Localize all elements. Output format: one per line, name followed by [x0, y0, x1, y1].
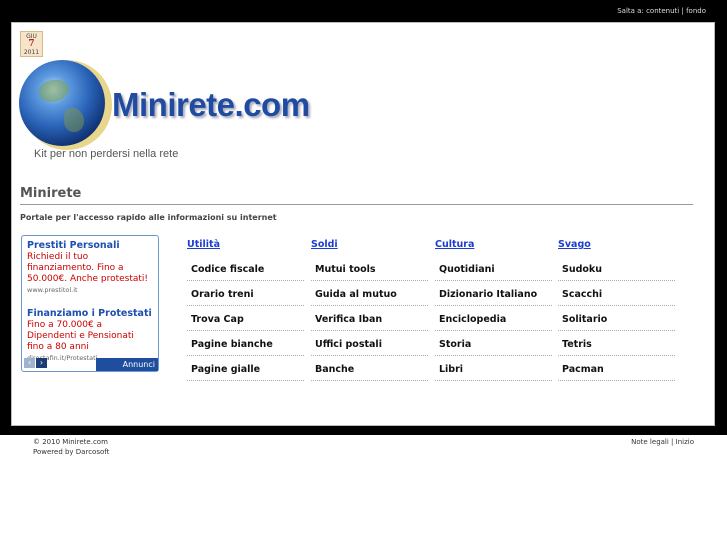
globe-logo-icon[interactable]	[19, 60, 105, 146]
date-day: 7	[28, 39, 35, 49]
home-link[interactable]: Inizio	[676, 438, 694, 446]
date-year: 2011	[23, 49, 40, 56]
legal-notes-link[interactable]: Note legali	[631, 438, 669, 446]
top-bar: Salta a: contenuti | fondo	[0, 0, 727, 22]
left-frame	[0, 22, 11, 427]
ad-title[interactable]: Finanziamo i Protestati	[27, 308, 153, 319]
skip-to-bottom-link[interactable]: fondo	[686, 7, 706, 15]
link-item[interactable]: Quotidiani	[435, 256, 552, 281]
link-item[interactable]: Storia	[435, 331, 552, 356]
category-column-svago: Svago Sudoku Scacchi Solitario Tetris Pa…	[558, 239, 675, 381]
link-item[interactable]: Sudoku	[558, 256, 675, 281]
date-badge: GIU 7 2011	[20, 31, 43, 57]
bottom-frame	[0, 426, 727, 435]
link-item[interactable]: Banche	[311, 356, 428, 381]
link-item[interactable]: Pacman	[558, 356, 675, 381]
ad-brand-badge[interactable]: Annunci Google	[96, 358, 158, 382]
ad-prev-button[interactable]: ‹	[24, 358, 35, 368]
skip-label: Salta a:	[617, 7, 644, 15]
ad-body[interactable]: Richiedi il tuo finanziamento. Fino a 50…	[27, 252, 153, 285]
link-item[interactable]: Verifica Iban	[311, 306, 428, 331]
link-item[interactable]: Pagine gialle	[187, 356, 304, 381]
footer-separator: |	[671, 438, 674, 446]
category-column-cultura: Cultura Quotidiani Dizionario Italiano E…	[435, 239, 552, 381]
link-item[interactable]: Scacchi	[558, 281, 675, 306]
footer-links: Note legali | Inizio	[631, 438, 694, 446]
link-item[interactable]: Mutui tools	[311, 256, 428, 281]
title-divider	[20, 204, 693, 205]
skip-to-contents-link[interactable]: contenuti	[646, 7, 679, 15]
footer-copyright: © 2010 Minirete.com	[33, 438, 108, 446]
link-item[interactable]: Libri	[435, 356, 552, 381]
ad-url[interactable]: www.prestitol.it	[27, 285, 153, 296]
footer-powered-by: Powered by Darcosoft	[33, 448, 110, 456]
main-content: GIU 7 2011 Minirete.com Kit per non perd…	[11, 22, 715, 426]
site-logo[interactable]: Minirete.com	[112, 86, 310, 124]
skip-links: Salta a: contenuti | fondo	[617, 7, 706, 15]
ad-next-button[interactable]: ›	[36, 358, 47, 368]
category-heading[interactable]: Soldi	[311, 239, 428, 250]
link-item[interactable]: Solitario	[558, 306, 675, 331]
link-item[interactable]: Uffici postali	[311, 331, 428, 356]
ad-title[interactable]: Prestiti Personali	[27, 240, 153, 251]
link-item[interactable]: Orario treni	[187, 281, 304, 306]
ad-body[interactable]: Fino a 70.000€ a Dipendenti e Pensionati…	[27, 320, 153, 353]
right-frame	[715, 22, 727, 427]
ad-nav: ‹ ›	[24, 358, 48, 369]
link-item[interactable]: Tetris	[558, 331, 675, 356]
google-ad-box: Prestiti Personali Richiedi il tuo finan…	[21, 235, 159, 382]
link-item[interactable]: Enciclopedia	[435, 306, 552, 331]
category-heading[interactable]: Svago	[558, 239, 675, 250]
category-heading[interactable]: Cultura	[435, 239, 552, 250]
link-item[interactable]: Trova Cap	[187, 306, 304, 331]
skip-separator: |	[681, 7, 684, 15]
link-item[interactable]: Guida al mutuo	[311, 281, 428, 306]
page-title: Minirete	[20, 186, 82, 201]
link-item[interactable]: Codice fiscale	[187, 256, 304, 281]
category-heading[interactable]: Utilità	[187, 239, 304, 250]
category-column-utilita: Utilità Codice fiscale Orario treni Trov…	[187, 239, 304, 381]
link-item[interactable]: Dizionario Italiano	[435, 281, 552, 306]
site-tagline: Kit per non perdersi nella rete	[34, 148, 179, 160]
category-column-soldi: Soldi Mutui tools Guida al mutuo Verific…	[311, 239, 428, 381]
link-item[interactable]: Pagine bianche	[187, 331, 304, 356]
page-description: Portale per l'accesso rapido alle inform…	[20, 213, 277, 222]
